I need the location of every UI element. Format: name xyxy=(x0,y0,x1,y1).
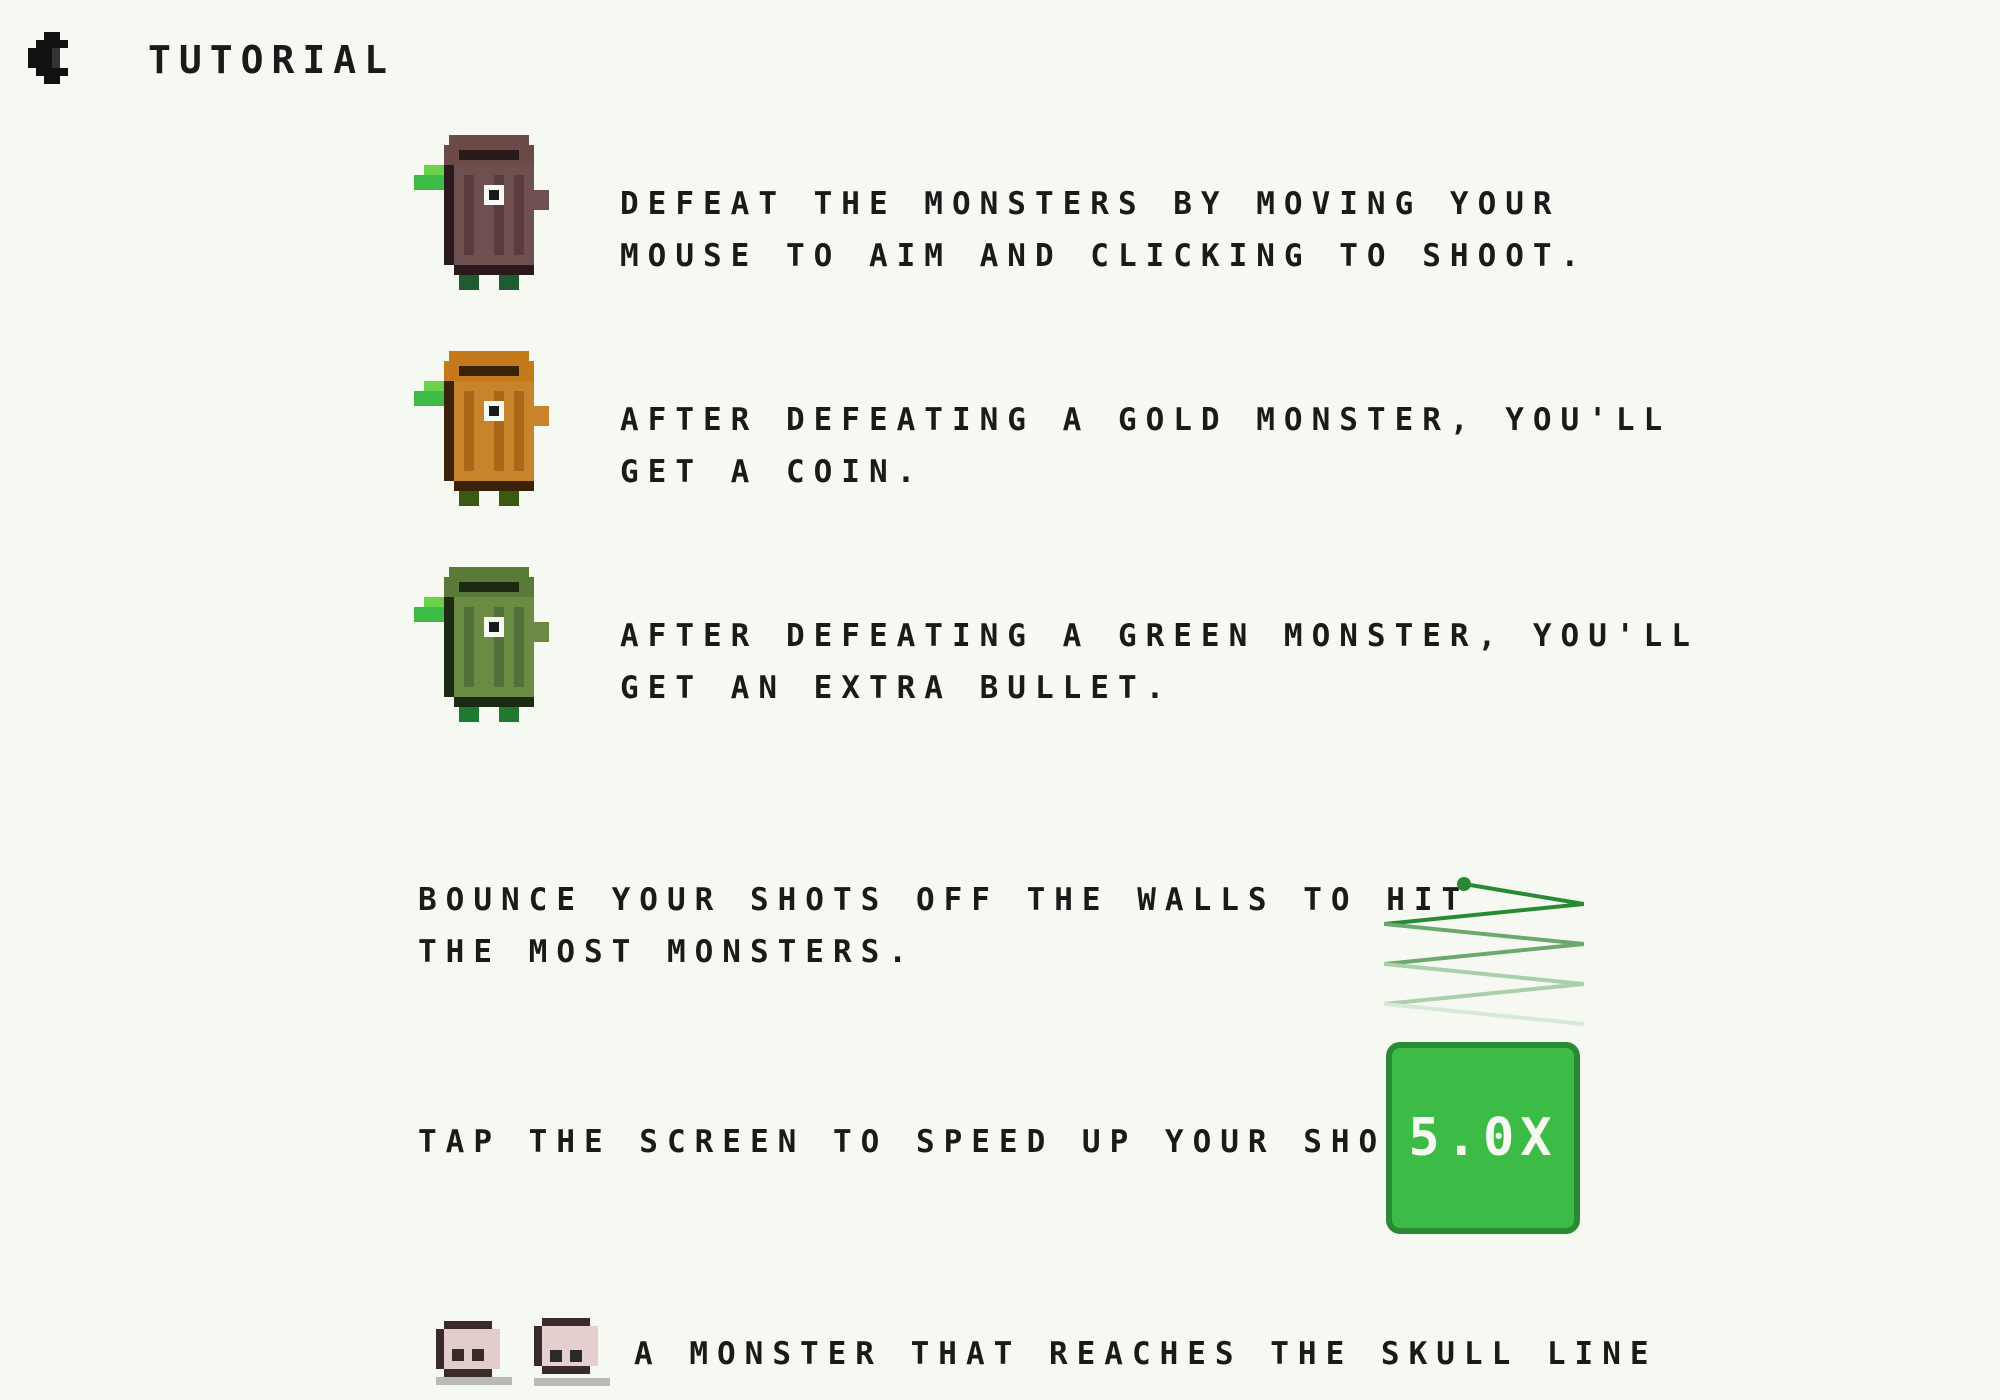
skull-text: A MONSTER THAT REACHES THE SKULL LINE xyxy=(634,1336,1658,1372)
row-text-line: DEFEAT THE MONSTERS BY MOVING YOUR xyxy=(620,186,1561,222)
gold-monster-icon xyxy=(414,351,549,506)
row-text-line: GET A COIN. xyxy=(620,454,925,490)
brown-monster-icon xyxy=(414,135,549,290)
green-monster-icon xyxy=(414,567,549,722)
row-text-line: BOUNCE YOUR SHOTS OFF THE WALLS TO HIT xyxy=(418,882,1470,918)
row-text-line: MOUSE TO AIM AND CLICKING TO SHOOT. xyxy=(620,238,1589,274)
skull-icon xyxy=(436,1321,512,1385)
row-text-line: AFTER DEFEATING A GOLD MONSTER, YOU'LL xyxy=(620,402,1672,438)
bounce-text: BOUNCE YOUR SHOTS OFF THE WALLS TO HIT T… xyxy=(418,874,1469,978)
page-title: TUTORIAL xyxy=(148,38,396,82)
tutorial-text-1: DEFEAT THE MONSTERS BY MOVING YOUR MOUSE… xyxy=(620,178,1588,282)
bounce-path-icon xyxy=(1384,877,1584,1026)
tutorial-text-3: AFTER DEFEATING A GREEN MONSTER, YOU'LL … xyxy=(620,610,1699,714)
row-text-line: AFTER DEFEATING A GREEN MONSTER, YOU'LL xyxy=(620,618,1699,654)
row-text-line: GET AN EXTRA BULLET. xyxy=(620,670,1174,706)
speed-text: TAP THE SCREEN TO SPEED UP YOUR SHOTS. xyxy=(418,1124,1470,1160)
row-text-line: THE MOST MONSTERS. xyxy=(418,934,916,970)
skull-icon xyxy=(534,1318,610,1386)
back-arrow-icon[interactable] xyxy=(28,28,74,88)
speed-multiplier-button[interactable]: 5.0X xyxy=(1386,1042,1580,1234)
tutorial-text-2: AFTER DEFEATING A GOLD MONSTER, YOU'LL G… xyxy=(620,394,1671,498)
